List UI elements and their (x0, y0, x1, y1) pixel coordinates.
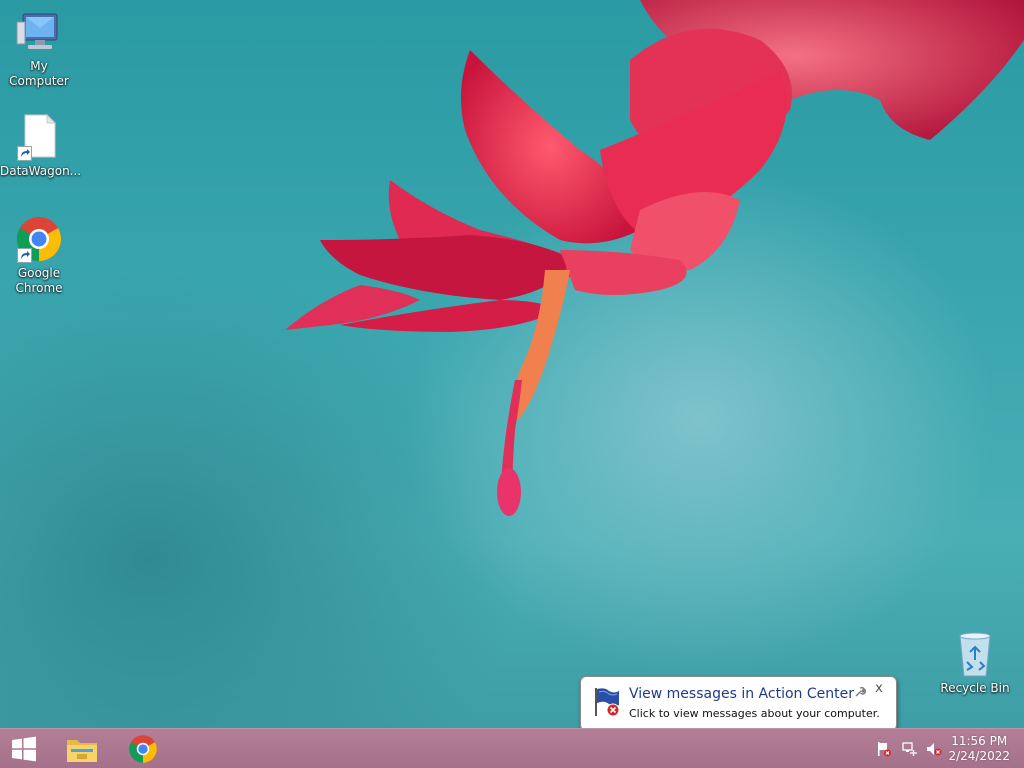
shortcut-arrow-icon (17, 248, 32, 263)
action-center-tray-icon[interactable] (876, 741, 892, 757)
recycle-bin-icon (951, 630, 999, 678)
folder-icon (67, 740, 97, 762)
windows-logo-icon (12, 736, 36, 762)
desktop-icon-datawagon[interactable]: DataWagon... (0, 113, 82, 179)
wallpaper-flower (285, 0, 1024, 516)
file-explorer-button[interactable] (54, 729, 110, 768)
desktop-icon-label: Recycle Bin (940, 681, 1010, 695)
clock-date: 2/24/2022 (948, 749, 1010, 763)
options-wrench-icon[interactable] (854, 683, 866, 702)
action-center-notification[interactable]: View messages in Action Center Click to … (580, 676, 897, 731)
chrome-icon (129, 735, 157, 763)
notification-close-button[interactable]: x (872, 682, 886, 696)
taskbar: 11:56 PM 2/24/2022 (0, 728, 1024, 768)
desktop-icon-recycle-bin[interactable]: Recycle Bin (936, 630, 1014, 696)
desktop-icon-my-computer[interactable]: My Computer (0, 8, 78, 89)
taskbar-clock[interactable]: 11:56 PM 2/24/2022 (948, 734, 1010, 764)
notification-title[interactable]: View messages in Action Center (629, 686, 854, 702)
chrome-icon (15, 215, 63, 263)
start-button[interactable] (0, 729, 48, 768)
chrome-taskbar-button[interactable] (115, 729, 171, 768)
network-icon[interactable] (902, 741, 918, 757)
system-tray: 11:56 PM 2/24/2022 (864, 729, 1024, 768)
volume-muted-icon[interactable] (926, 741, 942, 757)
desktop-icon-label: My Computer (9, 59, 69, 88)
notification-body[interactable]: Click to view messages about your comput… (629, 707, 880, 720)
desktop-icon-label: Google Chrome (15, 266, 63, 295)
desktop-icon-label: DataWagon... (0, 164, 82, 178)
clock-time: 11:56 PM (951, 734, 1008, 748)
blank-file-icon (15, 113, 63, 161)
desktop: My Computer DataWagon... Google Chrome R… (0, 0, 1024, 768)
desktop-icon-google-chrome[interactable]: Google Chrome (0, 215, 78, 296)
action-center-flag-icon (591, 686, 623, 722)
computer-icon (15, 8, 63, 56)
shortcut-arrow-icon (17, 146, 32, 161)
